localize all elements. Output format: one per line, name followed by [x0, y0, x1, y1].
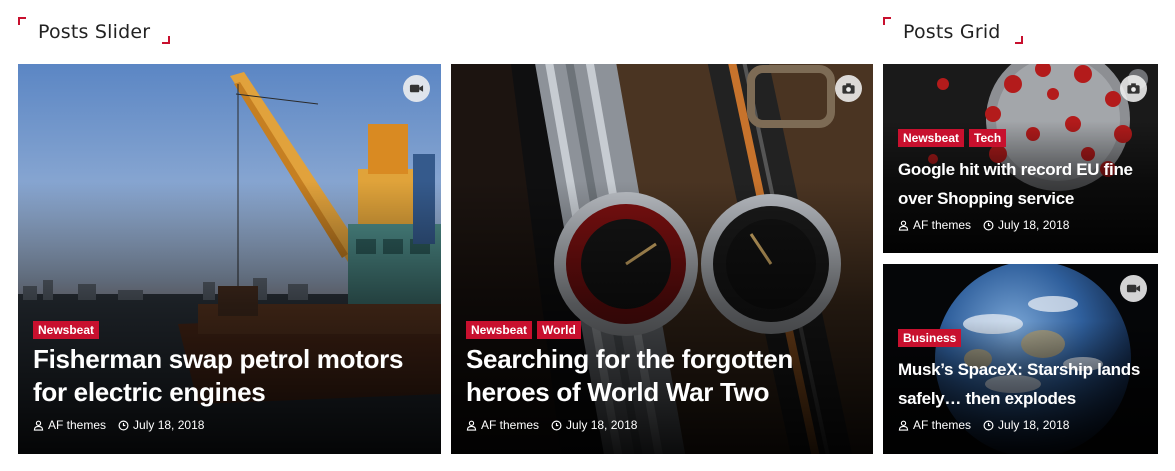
author-meta[interactable]: AF themes	[898, 418, 971, 432]
post-title[interactable]: Musk’s SpaceX: Starship lands safely… th…	[898, 355, 1153, 413]
heading-corner-decoration	[18, 17, 26, 25]
post-card-google-fine[interactable]: Newsbeat Tech Google hit with record EU …	[883, 64, 1158, 253]
section-title: Posts Grid	[903, 21, 1001, 43]
author-meta[interactable]: AF themes	[33, 418, 106, 432]
post-date: July 18, 2018	[998, 218, 1070, 232]
section-title: Posts Slider	[38, 21, 151, 43]
author-meta[interactable]: AF themes	[898, 218, 971, 232]
heading-corner-decoration	[162, 36, 170, 44]
category-tag[interactable]: World	[537, 321, 581, 339]
post-title[interactable]: Google hit with record EU fine over Shop…	[898, 155, 1153, 213]
date-meta: July 18, 2018	[118, 418, 204, 432]
camera-icon[interactable]	[835, 75, 862, 102]
category-tags: Newsbeat	[33, 321, 100, 339]
category-tag[interactable]: Business	[898, 329, 962, 347]
author-meta[interactable]: AF themes	[466, 418, 539, 432]
author-name: AF themes	[48, 418, 107, 432]
category-tags: Newsbeat World	[466, 321, 581, 339]
date-meta: July 18, 2018	[983, 418, 1069, 432]
user-icon	[466, 420, 477, 431]
user-icon	[898, 420, 909, 431]
post-meta: AF themes July 18, 2018	[33, 418, 204, 432]
post-meta: AF themes July 18, 2018	[466, 418, 637, 432]
date-meta: July 18, 2018	[983, 218, 1069, 232]
video-icon[interactable]	[1120, 275, 1147, 302]
post-date: July 18, 2018	[566, 418, 638, 432]
user-icon	[898, 220, 909, 231]
camera-icon[interactable]	[1120, 75, 1147, 102]
category-tags: Business	[898, 329, 962, 347]
category-tag[interactable]: Tech	[969, 129, 1007, 147]
post-meta: AF themes July 18, 2018	[898, 218, 1069, 232]
heading-corner-decoration	[1015, 36, 1023, 44]
clock-icon	[118, 420, 129, 430]
clock-icon	[551, 420, 562, 430]
author-name: AF themes	[481, 418, 540, 432]
clock-icon	[983, 220, 994, 230]
post-title[interactable]: Searching for the forgotten heroes of Wo…	[466, 343, 866, 409]
posts-slider-heading: Posts Slider	[18, 17, 178, 47]
image-overlay	[451, 181, 873, 454]
posts-grid-heading: Posts Grid	[883, 17, 1033, 47]
post-date: July 18, 2018	[133, 418, 205, 432]
post-title[interactable]: Fisherman swap petrol motors for electri…	[33, 343, 433, 409]
category-tag[interactable]: Newsbeat	[466, 321, 533, 339]
clock-icon	[983, 420, 994, 430]
post-card-forgotten-heroes[interactable]: Newsbeat World Searching for the forgott…	[451, 64, 873, 454]
post-card-fisherman[interactable]: Newsbeat Fisherman swap petrol motors fo…	[18, 64, 441, 454]
image-overlay	[18, 181, 441, 454]
author-name: AF themes	[913, 218, 972, 232]
category-tag[interactable]: Newsbeat	[898, 129, 965, 147]
post-card-spacex[interactable]: Business Musk’s SpaceX: Starship lands s…	[883, 264, 1158, 454]
heading-corner-decoration	[883, 17, 891, 25]
date-meta: July 18, 2018	[551, 418, 637, 432]
author-name: AF themes	[913, 418, 972, 432]
category-tag[interactable]: Newsbeat	[33, 321, 100, 339]
video-icon[interactable]	[403, 75, 430, 102]
post-meta: AF themes July 18, 2018	[898, 418, 1069, 432]
post-date: July 18, 2018	[998, 418, 1070, 432]
category-tags: Newsbeat Tech	[898, 129, 1007, 147]
user-icon	[33, 420, 44, 431]
